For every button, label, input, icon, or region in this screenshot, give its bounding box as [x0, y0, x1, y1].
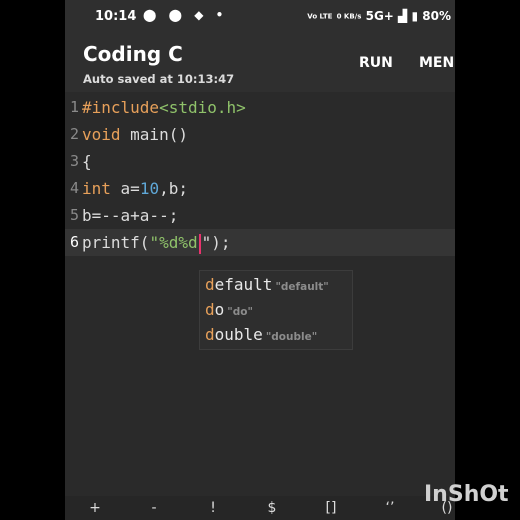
line-number: 2 — [69, 125, 79, 143]
code-line[interactable]: 5 b=--a+a--; — [65, 202, 455, 229]
speed-indicator: 0 KB/s — [336, 12, 362, 21]
code-text: printf("%d%d "); — [82, 233, 231, 254]
autocomplete-popup: default "default" do "do" double "double" — [199, 270, 353, 350]
app-title: Coding C — [83, 42, 183, 66]
symbol-plus-key[interactable]: + — [85, 500, 105, 516]
autocomplete-item[interactable]: do "do" — [205, 297, 253, 322]
autosave-status: Auto saved at 10:13:47 — [83, 72, 235, 86]
line-number: 5 — [69, 206, 79, 224]
symbol-brackets-key[interactable]: [] — [321, 500, 341, 516]
line-number: 3 — [69, 152, 79, 170]
line-number: 1 — [69, 98, 79, 116]
status-right: Vo LTE 0 KB/s 5G+ ▟ ▮ 80% — [307, 9, 451, 23]
status-bar: 10:14 ⬤ ⬤ ◆ • Vo LTE 0 KB/s 5G+ ▟ ▮ 80% — [65, 0, 455, 34]
symbol-bar: + - ! $ [] ‘’ () — [65, 496, 455, 520]
code-text: #include<stdio.h> — [82, 98, 246, 117]
app-bar: Coding C Auto saved at 10:13:47 RUN MEN — [65, 34, 455, 92]
code-text: void main() — [82, 125, 188, 144]
code-line[interactable]: 3 { — [65, 148, 455, 175]
autocomplete-hint: "do" — [227, 306, 253, 318]
phone-screen: 10:14 ⬤ ⬤ ◆ • Vo LTE 0 KB/s 5G+ ▟ ▮ 80% … — [65, 0, 455, 520]
battery-icon: ▮ — [411, 9, 419, 23]
code-text: b=--a+a--; — [82, 206, 179, 225]
network-type: 5G+ — [365, 9, 394, 23]
text-cursor — [198, 233, 201, 254]
notification-icons: ⬤ ⬤ ◆ • — [143, 8, 228, 22]
run-button[interactable]: RUN — [359, 55, 393, 71]
autocomplete-hint: "default" — [275, 281, 329, 293]
autocomplete-item[interactable]: double "double" — [205, 322, 317, 347]
code-text: { — [82, 152, 92, 171]
symbol-quotes-key[interactable]: ‘’ — [380, 500, 400, 516]
line-number: 4 — [69, 179, 79, 197]
symbol-exclamation-key[interactable]: ! — [203, 500, 223, 516]
battery-level: 80% — [422, 9, 451, 23]
status-time: 10:14 — [95, 9, 137, 24]
autocomplete-hint: "double" — [265, 331, 318, 343]
code-line[interactable]: 1 #include<stdio.h> — [65, 94, 455, 121]
code-line[interactable]: 4 int a=10,b; — [65, 175, 455, 202]
code-line[interactable]: 2 void main() — [65, 121, 455, 148]
volte-icon: Vo LTE — [307, 12, 333, 21]
menu-button[interactable]: MEN — [419, 55, 454, 71]
autocomplete-item[interactable]: default "default" — [205, 272, 329, 297]
code-text: int a=10,b; — [82, 179, 188, 198]
line-number: 6 — [69, 233, 79, 251]
symbol-minus-key[interactable]: - — [144, 500, 164, 516]
code-line-current[interactable]: 6 printf("%d%d "); — [65, 229, 455, 256]
symbol-dollar-key[interactable]: $ — [262, 500, 282, 516]
signal-icon: ▟ — [398, 9, 408, 23]
watermark-logo: InShOt — [424, 482, 509, 507]
